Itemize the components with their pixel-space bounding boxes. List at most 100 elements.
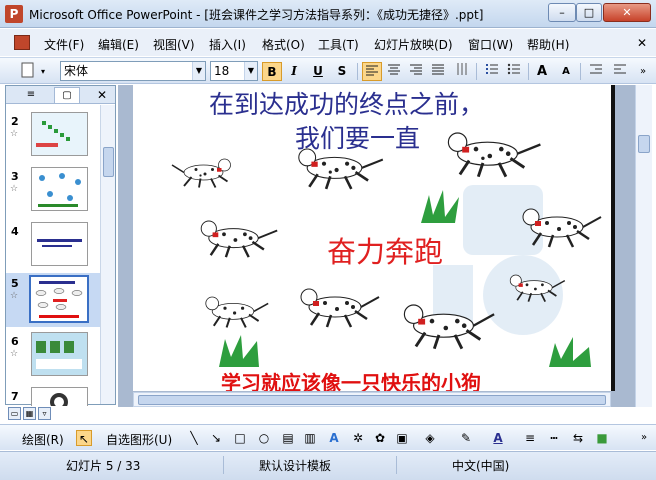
slide-preview — [31, 167, 88, 211]
line-style-icon[interactable]: ≡ — [522, 430, 538, 446]
slide-thumbnail-4[interactable]: 4 — [6, 221, 100, 273]
slide-text-bottom[interactable]: 学习就应该像一只快乐的小狗 — [221, 367, 481, 391]
decrease-indent-icon[interactable] — [586, 62, 606, 81]
decrease-font-size-button[interactable]: A — [556, 62, 576, 81]
slides-tab[interactable]: ▢ — [54, 87, 80, 103]
menu-help[interactable]: 帮助(H) — [527, 36, 569, 53]
menu-edit[interactable]: 编辑(E) — [98, 36, 139, 53]
slide-edge-shadow — [611, 85, 615, 391]
toolbar-overflow-icon[interactable]: » — [636, 62, 650, 81]
slideshow-view-icon[interactable]: ▿ — [38, 407, 51, 420]
fill-color-icon[interactable]: ◈ — [422, 430, 438, 446]
outline-tab[interactable]: ≡ — [18, 87, 44, 103]
slide-text-line-1[interactable]: 在到达成功的终点之前， — [209, 85, 484, 121]
slide-text-line-2[interactable]: 我们要一直 — [295, 119, 420, 155]
design-template-name: 默认设计模板 — [259, 459, 332, 473]
line-tool-icon[interactable]: ╲ — [186, 430, 202, 446]
font-size-select[interactable]: 18 ▼ — [210, 61, 258, 81]
wordart-icon[interactable]: A — [326, 430, 342, 446]
close-document-icon[interactable]: ✕ — [637, 36, 647, 50]
slide-number: 3 — [11, 170, 19, 183]
align-left-icon[interactable] — [362, 62, 382, 81]
picture-icon[interactable]: ▣ — [394, 430, 410, 446]
editor-vertical-scrollbar[interactable] — [635, 85, 652, 407]
scrollbar-thumb[interactable] — [638, 135, 650, 153]
italic-button[interactable]: I — [284, 62, 304, 81]
underline-button[interactable]: U — [308, 62, 328, 81]
normal-view-icon[interactable]: ▭ — [8, 407, 21, 420]
slide-thumbnail-3[interactable]: 3 ☆ — [6, 166, 100, 218]
toolbar-overflow-icon[interactable]: » — [636, 430, 652, 446]
scrollbar-thumb[interactable] — [103, 147, 114, 177]
align-right-icon[interactable] — [406, 62, 426, 81]
clipart-icon[interactable]: ✿ — [372, 430, 388, 446]
bullets-icon[interactable] — [504, 62, 524, 81]
toolbar-divider — [528, 63, 529, 80]
arrow-tool-icon[interactable]: ↘ — [208, 430, 224, 446]
rectangle-tool-icon[interactable]: □ — [232, 430, 248, 446]
toolbar-options-icon[interactable]: ▾ — [38, 62, 48, 81]
maximize-button[interactable]: □ — [576, 3, 602, 22]
menu-bar: 文件(F) 编辑(E) 视图(V) 插入(I) 格式(O) 工具(T) 幻灯片放… — [0, 29, 656, 56]
arrow-style-icon[interactable]: ⇆ — [570, 430, 586, 446]
language-indicator: 中文(中国) — [452, 459, 510, 473]
powerpoint-app-icon[interactable]: P — [5, 5, 23, 23]
chevron-down-icon[interactable]: ▼ — [192, 62, 205, 80]
document-icon[interactable] — [14, 35, 30, 50]
font-size-value: 18 — [214, 64, 230, 78]
animation-star-icon: ☆ — [10, 349, 19, 359]
line-color-icon[interactable]: ✎ — [458, 430, 474, 446]
slides-pane-scrollbar[interactable] — [100, 105, 115, 404]
window-title: Microsoft Office PowerPoint - [班会课件之学习方法… — [29, 8, 484, 22]
draw-menu-button[interactable]: 绘图(R) — [22, 431, 64, 448]
close-button[interactable]: ✕ — [603, 3, 651, 22]
menu-view[interactable]: 视图(V) — [153, 36, 195, 53]
increase-indent-icon[interactable] — [610, 62, 630, 81]
vertical-textbox-icon[interactable]: ▥ — [302, 430, 318, 446]
diagram-icon[interactable]: ✲ — [350, 430, 366, 446]
menu-format[interactable]: 格式(O) — [262, 36, 305, 53]
slide-counter: 幻灯片 5 / 33 — [66, 459, 141, 473]
slide-thumbnail-7[interactable]: 7 — [6, 386, 100, 406]
slide-thumbnail-2[interactable]: 2 ☆ — [6, 111, 100, 163]
editor-horizontal-scrollbar[interactable] — [133, 392, 611, 407]
slide-sorter-view-icon[interactable]: ▦ — [23, 407, 36, 420]
align-center-icon[interactable] — [384, 62, 404, 81]
slide-thumbnail-6[interactable]: 6 ☆ — [6, 331, 100, 383]
autoshapes-menu-button[interactable]: 自选图形(U) — [106, 431, 172, 448]
chevron-down-icon[interactable]: ▼ — [244, 62, 257, 80]
slide-preview — [31, 387, 88, 406]
pane-tabs: ≡ ▢ ✕ — [6, 86, 115, 104]
new-document-icon[interactable] — [18, 62, 38, 81]
menu-window[interactable]: 窗口(W) — [468, 36, 513, 53]
close-pane-icon[interactable]: ✕ — [97, 87, 111, 103]
menu-tools[interactable]: 工具(T) — [318, 36, 359, 53]
menu-insert[interactable]: 插入(I) — [209, 36, 246, 53]
dash-style-icon[interactable]: ┅ — [546, 430, 562, 446]
slide-number: 2 — [11, 115, 19, 128]
increase-font-size-button[interactable]: A — [532, 62, 552, 81]
drawing-toolbar: 绘图(R) ↖ 自选图形(U) ╲ ↘ □ ○ ▤ ▥ A ✲ ✿ ▣ ◈ ✎ … — [0, 424, 656, 450]
textbox-tool-icon[interactable]: ▤ — [280, 430, 296, 446]
minimize-button[interactable]: – — [548, 3, 576, 22]
select-pointer-icon[interactable]: ↖ — [76, 430, 92, 446]
slide-number: 4 — [11, 225, 19, 238]
bold-button[interactable]: B — [262, 62, 282, 81]
scrollbar-thumb[interactable] — [138, 395, 606, 405]
justify-icon[interactable] — [428, 62, 448, 81]
oval-tool-icon[interactable]: ○ — [256, 430, 272, 446]
menu-slideshow[interactable]: 幻灯片放映(D) — [374, 36, 453, 53]
toolbar-divider — [357, 63, 358, 80]
slide-text-middle[interactable]: 奋力奔跑 — [327, 229, 443, 271]
font-name-select[interactable]: 宋体 ▼ — [60, 61, 206, 81]
font-name-value: 宋体 — [64, 64, 89, 78]
shadow-button[interactable]: S — [332, 62, 352, 81]
font-color-icon[interactable]: A — [490, 430, 506, 446]
numbering-icon[interactable] — [482, 62, 502, 81]
distribute-columns-icon[interactable] — [452, 62, 472, 81]
current-slide[interactable]: 在到达成功的终点之前， 我们要一直 奋力奔跑 学习就应该像一只快乐的小狗 — [133, 85, 611, 391]
menu-file[interactable]: 文件(F) — [44, 36, 84, 53]
shadow-style-icon[interactable]: ■ — [594, 430, 610, 446]
animation-star-icon: ☆ — [10, 184, 19, 194]
slide-thumbnail-5[interactable]: 5 ☆ — [6, 273, 100, 327]
